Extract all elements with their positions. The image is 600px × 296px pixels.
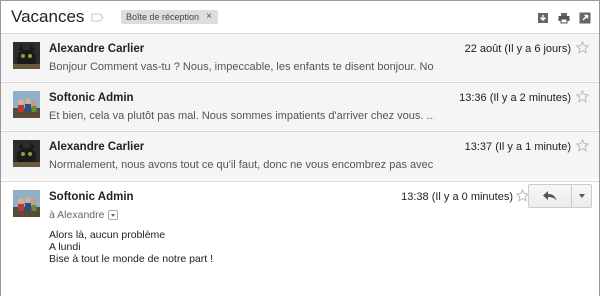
people-avatar [13, 91, 40, 118]
cat-avatar [13, 42, 40, 69]
message-row[interactable]: Alexandre Carlier Normalement, nous avon… [1, 131, 599, 179]
remove-label-button[interactable]: × [206, 10, 212, 24]
thread-actions [537, 11, 591, 24]
conversation-view: Vacances Boîte de réception × Alexandre … [0, 0, 600, 296]
message-date: 13:36 (Il y a 2 minutes) [459, 92, 571, 104]
message-date: 22 août (Il y a 6 jours) [464, 43, 571, 55]
message-row[interactable]: Alexandre Carlier Bonjour Comment vas-tu… [1, 33, 599, 81]
cat-avatar [13, 140, 40, 167]
thread-subject: Vacances [11, 7, 85, 26]
expand-all-icon[interactable] [537, 11, 549, 23]
reply-arrow-icon [543, 191, 557, 201]
recipient-details-dropdown-icon[interactable] [108, 210, 119, 220]
message-sender: Alexandre Carlier [49, 141, 145, 153]
message-date: 13:38 (Il y a 0 minutes) [401, 191, 513, 203]
chevron-down-icon [578, 194, 585, 198]
message-snippet: Et bien, cela va plutôt pas mal. Nous so… [49, 110, 434, 122]
body-line: A lundi [49, 241, 81, 253]
star-icon[interactable] [576, 90, 589, 103]
thread-header: Vacances Boîte de réception × [1, 1, 599, 33]
new-window-icon[interactable] [579, 11, 591, 24]
body-line: Alors là, aucun problème [49, 229, 166, 241]
label-chip-inbox[interactable]: Boîte de réception × [121, 10, 218, 24]
message-date: 13:37 (Il y a 1 minute) [464, 141, 571, 153]
recipient-line: à Alexandre [49, 209, 119, 221]
star-icon[interactable] [576, 139, 589, 152]
reply-button[interactable] [528, 184, 572, 208]
star-icon[interactable] [576, 41, 589, 54]
label-chip-text: Boîte de réception [126, 12, 200, 22]
recipient-text: à Alexandre [49, 209, 105, 221]
message-row[interactable]: Softonic Admin Et bien, cela va plutôt p… [1, 82, 599, 130]
message-snippet: Bonjour Comment vas-tu ? Nous, impeccabl… [49, 61, 434, 73]
message-body: Alors là, aucun problème A lundi Bise à … [49, 229, 213, 265]
message-sender: Softonic Admin [49, 191, 134, 203]
important-marker-icon[interactable] [91, 13, 104, 22]
message-sender: Softonic Admin [49, 92, 134, 104]
reply-button-group [528, 184, 592, 208]
expanded-message: Softonic Admin à Alexandre 13:38 (Il y a… [1, 181, 599, 296]
more-actions-button[interactable] [572, 184, 592, 208]
people-avatar [13, 190, 40, 217]
body-line: Bise à tout le monde de notre part ! [49, 253, 214, 265]
print-icon[interactable] [558, 11, 570, 24]
message-sender: Alexandre Carlier [49, 43, 145, 55]
message-snippet: Normalement, nous avons tout ce qu'il fa… [49, 159, 434, 171]
